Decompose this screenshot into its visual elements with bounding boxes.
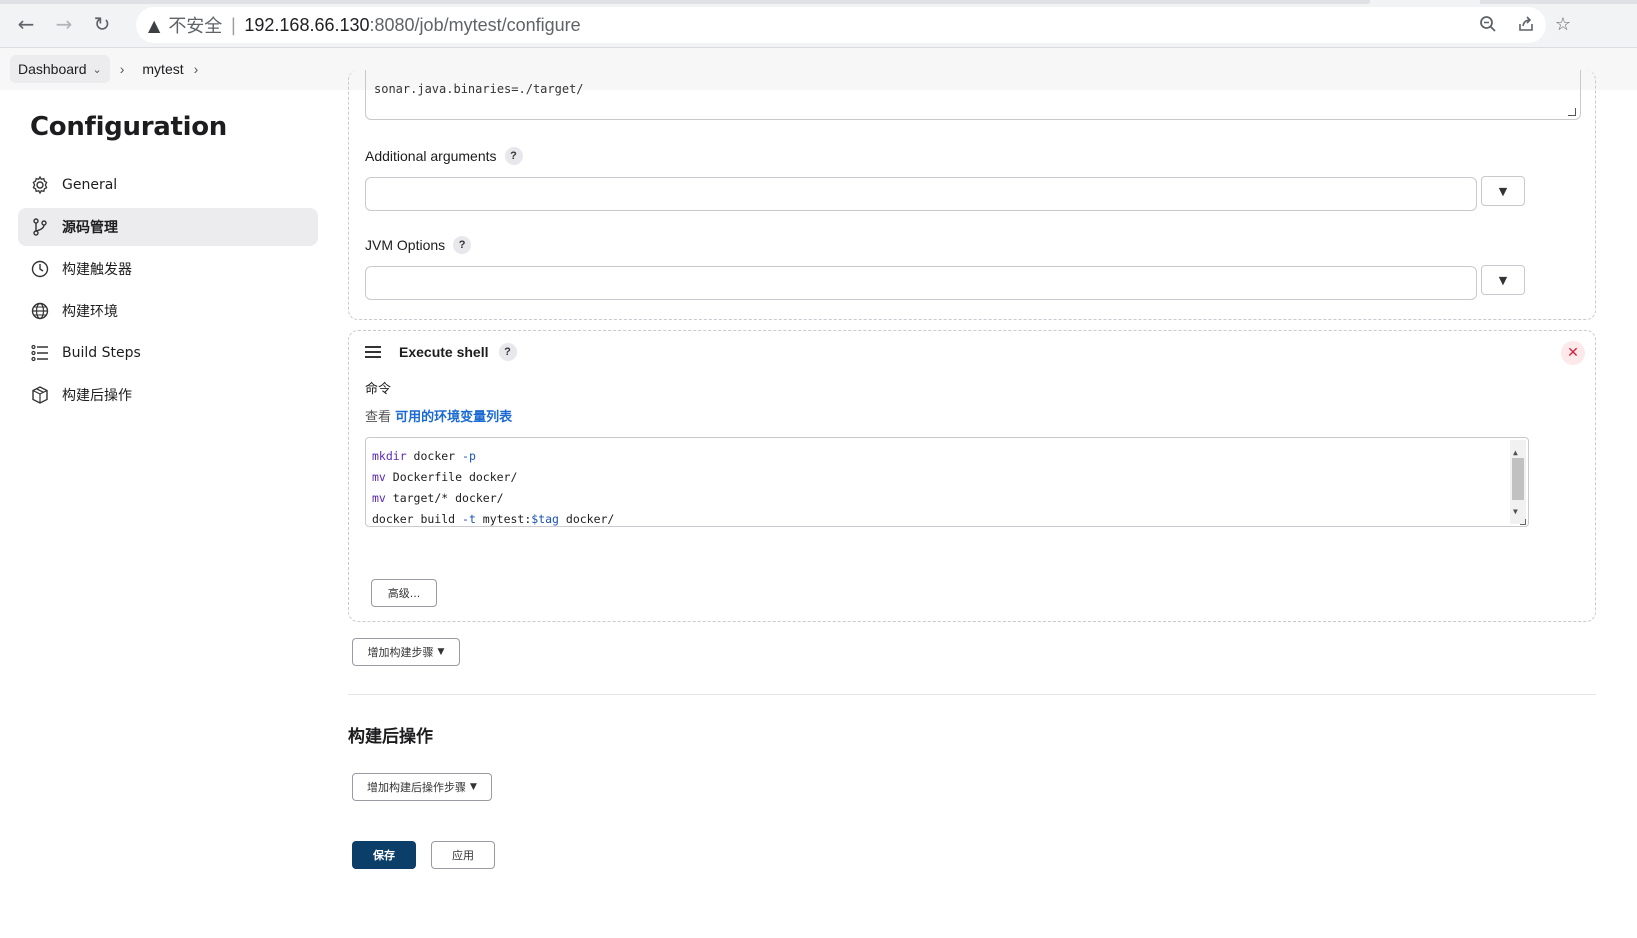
command-editor[interactable]: mkdir docker -p mv Dockerfile docker/ mv… bbox=[365, 437, 1529, 527]
code-text: Dockerfile docker/ bbox=[385, 470, 518, 484]
sidebar-item-scm[interactable]: 源码管理 bbox=[18, 208, 318, 246]
add-build-step-label: 增加构建步骤 bbox=[367, 646, 434, 659]
section-divider bbox=[348, 694, 1596, 695]
browser-toolbar: ← → ↻ ▲ 不安全 | 192.168.66.130:8080/job/my… bbox=[0, 0, 1637, 48]
sidebar-item-build-env[interactable]: 构建环境 bbox=[18, 292, 318, 330]
share-icon[interactable] bbox=[1515, 13, 1537, 35]
additional-arguments-text: Additional arguments bbox=[365, 148, 497, 164]
url-path: :8080/job/mytest/configure bbox=[369, 14, 581, 35]
forward-arrow-icon[interactable]: → bbox=[52, 12, 76, 36]
command-label: 命令 bbox=[365, 382, 392, 397]
sidebar-item-label: 构建环境 bbox=[62, 304, 118, 320]
execute-shell-title: Execute shell bbox=[399, 344, 489, 360]
warning-icon: ▲ bbox=[148, 15, 161, 35]
code-line: docker build -t mytest:$tag docker/ bbox=[372, 509, 1522, 526]
code-keyword: mv bbox=[372, 470, 386, 484]
additional-arguments-input[interactable] bbox=[365, 177, 1477, 211]
code-text: mytest: bbox=[475, 512, 532, 526]
caret-down-icon: ▼ bbox=[437, 647, 445, 657]
sidebar-item-build-steps[interactable]: Build Steps bbox=[18, 334, 318, 372]
advanced-button[interactable]: 高级... bbox=[371, 579, 437, 607]
sidebar-item-label: Build Steps bbox=[62, 345, 141, 361]
caret-down-icon: ▼ bbox=[470, 782, 477, 792]
execute-shell-header: Execute shell ? bbox=[365, 343, 517, 361]
resize-handle[interactable] bbox=[1520, 519, 1526, 525]
back-arrow-icon[interactable]: ← bbox=[14, 12, 38, 36]
sonar-properties-textarea[interactable]: sonar.java.binaries=./target/ bbox=[365, 70, 1581, 120]
help-icon[interactable]: ? bbox=[498, 343, 517, 361]
sonar-scanner-step: sonar.java.binaries=./target/ Additional… bbox=[348, 70, 1596, 320]
sidebar-item-post-build[interactable]: 构建后操作 bbox=[18, 376, 318, 414]
sidebar-item-label: 源码管理 bbox=[62, 220, 118, 236]
gear-icon bbox=[30, 175, 50, 195]
additional-arguments-label: Additional arguments ? bbox=[365, 147, 523, 165]
save-button[interactable]: 保存 bbox=[352, 841, 416, 869]
breadcrumb-mytest[interactable]: mytest bbox=[134, 55, 191, 83]
jvm-options-expand-button[interactable]: ▼ bbox=[1481, 265, 1525, 295]
code-flag: -p bbox=[462, 449, 476, 463]
code-line: mkdir docker -p bbox=[372, 446, 1522, 467]
resize-handle[interactable] bbox=[1568, 108, 1576, 116]
bookmark-star-icon[interactable]: ☆ bbox=[1552, 13, 1574, 35]
url-host: 192.168.66.130 bbox=[244, 14, 370, 35]
url-separator: | bbox=[230, 14, 237, 36]
package-icon bbox=[30, 385, 50, 405]
post-build-section-title: 构建后操作 bbox=[348, 727, 433, 747]
chevron-right-icon: › bbox=[119, 61, 125, 77]
globe-icon bbox=[30, 301, 50, 321]
add-post-build-step-button[interactable]: 增加构建后操作步骤 ▼ bbox=[352, 773, 492, 801]
code-keyword: mkdir bbox=[372, 449, 407, 463]
sidebar-item-triggers[interactable]: 构建触发器 bbox=[18, 250, 318, 288]
insecure-label: 不安全 bbox=[168, 16, 223, 37]
jvm-options-text: JVM Options bbox=[365, 237, 446, 253]
editor-scrollbar[interactable]: ▲ ▼ bbox=[1510, 440, 1526, 524]
code-line: mv target/* docker/ bbox=[372, 488, 1522, 509]
code-line: mv Dockerfile docker/ bbox=[372, 467, 1522, 488]
clock-icon bbox=[30, 259, 50, 279]
sidebar-item-general[interactable]: General bbox=[18, 166, 318, 204]
chevron-down-icon[interactable]: ⌄ bbox=[93, 63, 102, 76]
sidebar-item-label: General bbox=[62, 177, 118, 193]
branch-icon bbox=[30, 217, 50, 237]
page-title: Configuration bbox=[30, 112, 227, 142]
env-vars-prefix: 查看 bbox=[365, 410, 396, 425]
config-main: sonar.java.binaries=./target/ Additional… bbox=[348, 70, 1603, 938]
zoom-icon[interactable] bbox=[1477, 13, 1499, 35]
chevron-right-icon[interactable]: › bbox=[194, 61, 199, 77]
apply-button[interactable]: 应用 bbox=[431, 841, 495, 869]
jvm-options-input[interactable] bbox=[365, 266, 1477, 300]
additional-arguments-expand-button[interactable]: ▼ bbox=[1481, 176, 1525, 206]
help-icon[interactable]: ? bbox=[453, 236, 472, 254]
code-text: docker build bbox=[372, 512, 463, 526]
env-vars-link[interactable]: 可用的环境变量列表 bbox=[395, 410, 512, 425]
breadcrumb-dashboard-label: Dashboard bbox=[18, 61, 87, 77]
add-post-build-step-label: 增加构建后操作步骤 bbox=[367, 781, 467, 794]
scroll-down-icon[interactable]: ▼ bbox=[1513, 501, 1518, 522]
code-keyword: mv bbox=[372, 491, 386, 505]
add-build-step-button[interactable]: 增加构建步骤 ▼ bbox=[352, 638, 460, 666]
code-text: docker bbox=[406, 449, 463, 463]
code-text: docker/ bbox=[558, 512, 615, 526]
address-bar[interactable]: ▲ 不安全 | 192.168.66.130:8080/job/mytest/c… bbox=[136, 7, 1546, 43]
drag-handle-icon[interactable] bbox=[365, 346, 381, 358]
execute-shell-step: Execute shell ? ✕ 命令 查看 可用的环境变量列表 mkdir … bbox=[348, 330, 1596, 622]
sidebar-item-label: 构建触发器 bbox=[62, 262, 132, 278]
config-sidebar: Configuration General 源码管理 构建触发器 构建环境 Bu… bbox=[18, 112, 318, 418]
breadcrumb-dashboard[interactable]: Dashboard ⌄ bbox=[10, 55, 110, 83]
help-icon[interactable]: ? bbox=[504, 147, 523, 165]
code-flag: -t bbox=[462, 512, 476, 526]
jvm-options-label: JVM Options ? bbox=[365, 236, 472, 254]
sidebar-item-label: 构建后操作 bbox=[62, 388, 132, 404]
reload-icon[interactable]: ↻ bbox=[90, 12, 114, 36]
tab-strip bbox=[0, 0, 1370, 4]
sonar-properties-text: sonar.java.binaries=./target/ bbox=[374, 82, 584, 96]
code-variable: $tag bbox=[531, 512, 559, 526]
tab-strip-right bbox=[1480, 0, 1637, 4]
env-vars-line: 查看 可用的环境变量列表 bbox=[365, 406, 512, 425]
scrollbar-thumb[interactable] bbox=[1512, 458, 1524, 500]
list-icon bbox=[30, 343, 50, 363]
close-icon[interactable]: ✕ bbox=[1561, 341, 1585, 365]
code-text: target/* docker/ bbox=[385, 491, 504, 505]
